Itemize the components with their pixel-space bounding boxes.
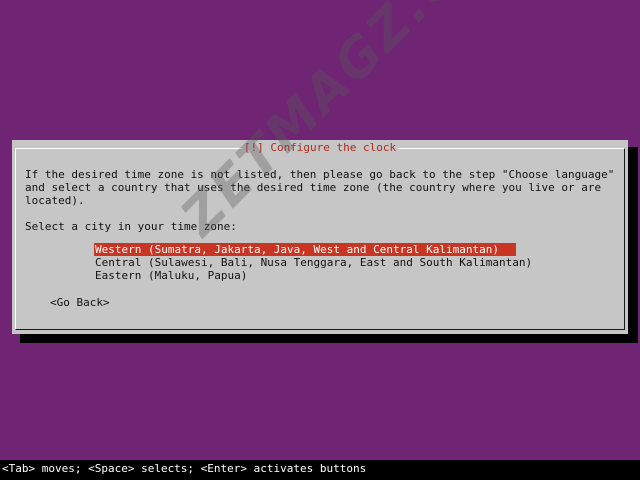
info-text-line-3: located).	[25, 194, 85, 207]
help-text: <Tab> moves; <Space> selects; <Enter> ac…	[2, 462, 367, 475]
dialog-title: [!] Configure the clock	[12, 141, 628, 155]
city-option-eastern[interactable]: Eastern (Maluku, Papua)	[94, 269, 524, 282]
city-list: Western (Sumatra, Jakarta, Java, West an…	[94, 243, 532, 282]
info-text-line-2: and select a country that uses the desir…	[25, 181, 602, 194]
city-option-central[interactable]: Central (Sulawesi, Bali, Nusa Tenggara, …	[94, 256, 532, 269]
help-bar: <Tab> moves; <Space> selects; <Enter> ac…	[0, 460, 640, 480]
city-prompt: Select a city in your time zone:	[25, 220, 237, 233]
installer-screen: [!] Configure the clock If the desired t…	[0, 0, 640, 480]
dialog-title-text: [!] Configure the clock	[241, 141, 399, 155]
configure-clock-dialog: [!] Configure the clock If the desired t…	[12, 140, 628, 334]
city-option-western[interactable]: Western (Sumatra, Jakarta, Java, West an…	[94, 243, 516, 256]
info-text-line-1: If the desired time zone is not listed, …	[25, 168, 615, 181]
go-back-button[interactable]: <Go Back>	[50, 296, 110, 309]
